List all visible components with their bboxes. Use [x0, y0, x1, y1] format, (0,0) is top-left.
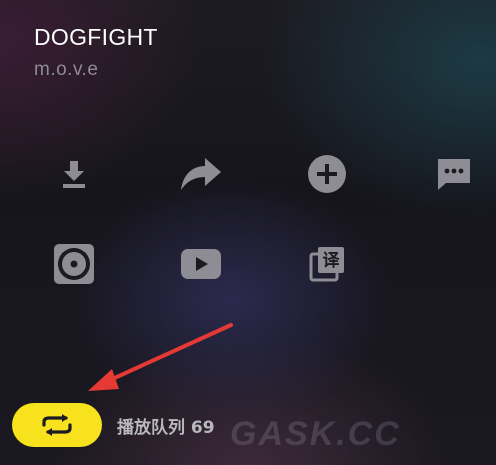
annotation-arrow	[88, 323, 233, 391]
